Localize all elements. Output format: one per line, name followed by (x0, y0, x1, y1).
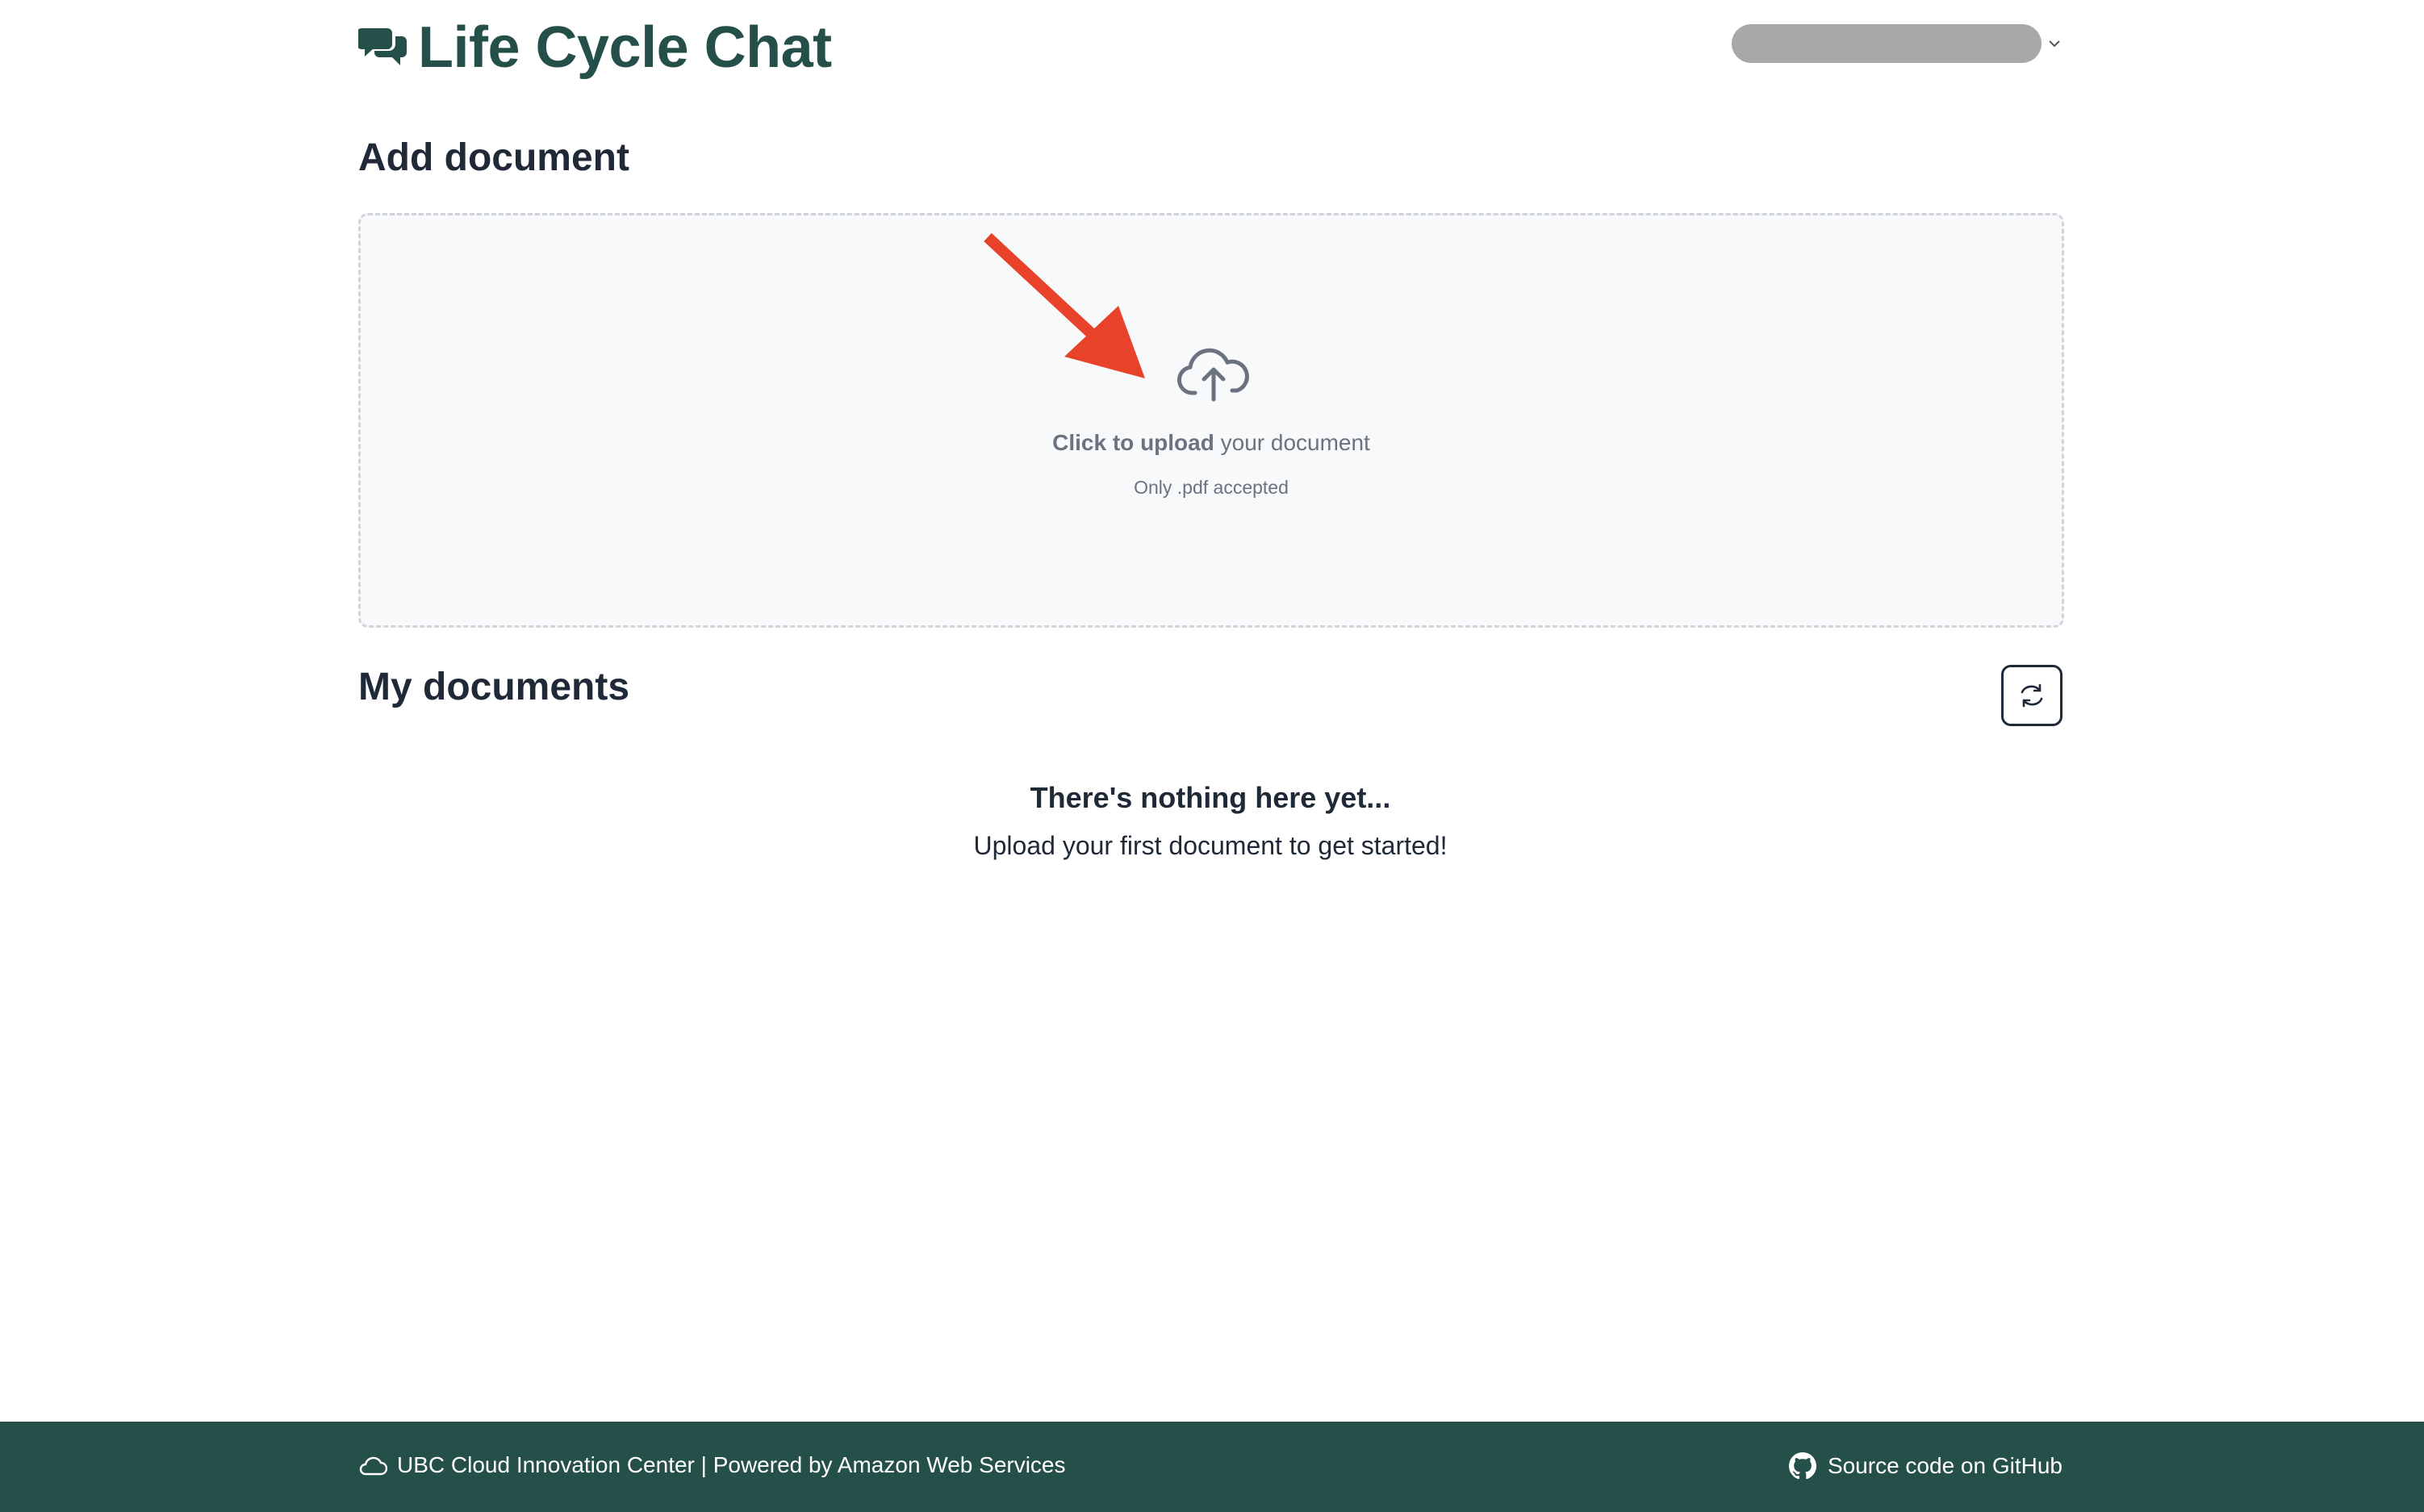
upload-instruction: Click to upload your document (361, 430, 2062, 456)
github-source-link[interactable]: Source code on GitHub (1788, 1452, 2062, 1480)
github-icon (1788, 1452, 1816, 1480)
annotation-arrow-icon (984, 232, 1145, 378)
github-link-text: Source code on GitHub (1827, 1453, 2062, 1478)
refresh-button[interactable] (2001, 665, 2062, 726)
footer: UBC Cloud Innovation Center | Powered by… (0, 1422, 2424, 1512)
upload-dropzone[interactable]: Click to upload your document Only .pdf … (358, 213, 2064, 628)
upload-file-type-hint: Only .pdf accepted (1134, 477, 1289, 498)
footer-credits-text: UBC Cloud Innovation Center | Powered by… (397, 1452, 1066, 1477)
cloud-upload-icon (1177, 348, 1249, 402)
upload-strong-label[interactable]: Click to upload (1052, 430, 1214, 455)
empty-state-title: There's nothing here yet... (1030, 781, 1391, 814)
add-document-heading: Add document (358, 136, 629, 179)
upload-rest-label: your document (1214, 430, 1370, 455)
chevron-down-icon (2049, 40, 2060, 48)
header: Life Cycle Chat (358, 0, 2062, 97)
app-title: Life Cycle Chat (418, 15, 832, 80)
my-documents-heading: My documents (358, 666, 630, 708)
app-logo-link[interactable]: Life Cycle Chat (358, 11, 832, 84)
empty-state-subtitle: Upload your first document to get starte… (973, 831, 1448, 860)
footer-credits: UBC Cloud Innovation Center | Powered by… (358, 1452, 1066, 1478)
refresh-icon (2021, 683, 2043, 708)
user-name-redacted (1732, 24, 2042, 63)
chat-bubbles-icon (358, 28, 407, 65)
user-menu[interactable] (1732, 24, 2062, 63)
cloud-icon (359, 1456, 387, 1476)
